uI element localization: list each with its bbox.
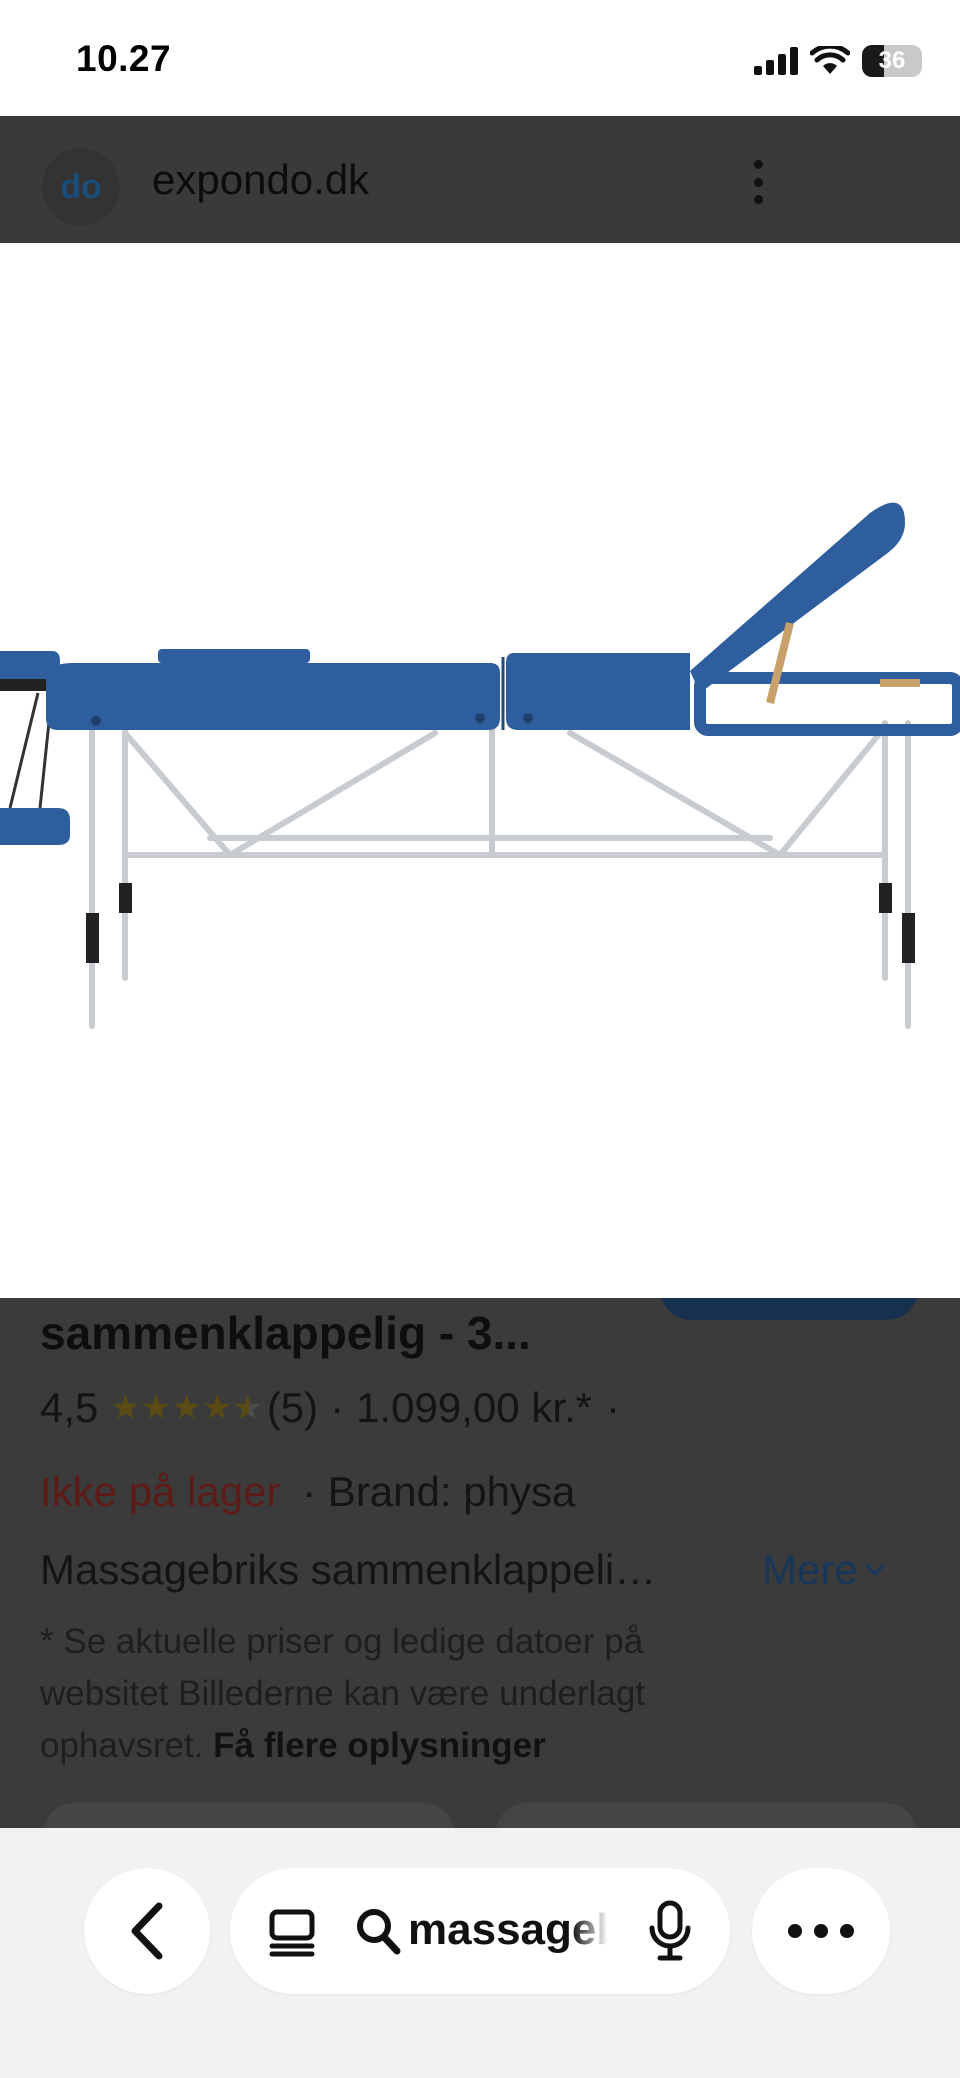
product-info-panel: sammenklappelig - 3... 4,5 ★ ★ ★ ★ ★ (5)… [0, 1298, 960, 1828]
action-chip-right[interactable] [496, 1803, 916, 1828]
star-half-icon: ★ [232, 1389, 263, 1427]
more-info-link[interactable]: Få flere oplysninger [213, 1726, 546, 1765]
search-bar[interactable]: massagebriks [230, 1868, 730, 1994]
site-domain[interactable]: expondo.dk [152, 156, 369, 204]
microphone-icon[interactable] [648, 1900, 692, 1962]
rating-value: 4,5 [40, 1384, 99, 1431]
massage-table-illustration [0, 502, 960, 1029]
wifi-icon [810, 46, 850, 74]
battery-icon: 36 [862, 45, 922, 77]
action-chip-left[interactable] [44, 1803, 454, 1828]
back-chevron-icon [131, 1902, 163, 1960]
bottom-toolbar: massagebriks [0, 1828, 960, 2078]
battery-level: 36 [878, 47, 906, 74]
disclaimer: * Se aktuelle priser og ledige datoer på… [40, 1616, 760, 1772]
brand-text: · Brand: physa [302, 1468, 576, 1515]
stock-row: Ikke på lager · Brand: physa [40, 1468, 575, 1516]
product-title[interactable]: sammenklappelig - 3... [40, 1306, 531, 1360]
star-icon: ★ [140, 1389, 172, 1427]
search-query[interactable]: massagebriks [408, 1902, 608, 1958]
tabs-icon[interactable] [266, 1906, 318, 1958]
rating-row: 4,5 ★ ★ ★ ★ ★ (5) · 1.099,00 kr.* · [40, 1384, 620, 1432]
star-icon: ★ [110, 1389, 141, 1427]
trailing-separator: · [606, 1384, 620, 1431]
signal-icon [754, 47, 798, 75]
status-time: 10.27 [76, 38, 172, 79]
more-label: Mere [762, 1546, 858, 1593]
site-logo[interactable]: do [42, 148, 120, 226]
chevron-down-icon [864, 1556, 885, 1576]
site-header: do expondo.dk [0, 116, 960, 243]
more-button[interactable]: Mere [762, 1546, 885, 1594]
more-vert-icon[interactable] [751, 160, 765, 204]
back-button[interactable] [84, 1868, 210, 1994]
star-icon: ★ [171, 1389, 202, 1427]
status-icons: 36 [754, 42, 922, 80]
status-bar: 10.27 36 [0, 0, 960, 116]
price: 1.099,00 kr.* [356, 1384, 592, 1431]
product-description: Massagebriks sammenklappeli… [40, 1546, 657, 1593]
more-button-toolbar[interactable] [752, 1868, 890, 1994]
review-count: (5) [266, 1384, 319, 1431]
product-image[interactable] [0, 243, 960, 1298]
star-icon: ★ [201, 1389, 233, 1427]
visit-button[interactable] [660, 1298, 918, 1320]
search-icon [357, 1909, 401, 1955]
separator: · [330, 1384, 345, 1431]
more-horiz-icon [788, 1924, 854, 1938]
stock-status: Ikke på lager [40, 1468, 281, 1515]
rating-stars: ★ ★ ★ ★ ★ [110, 1391, 262, 1425]
